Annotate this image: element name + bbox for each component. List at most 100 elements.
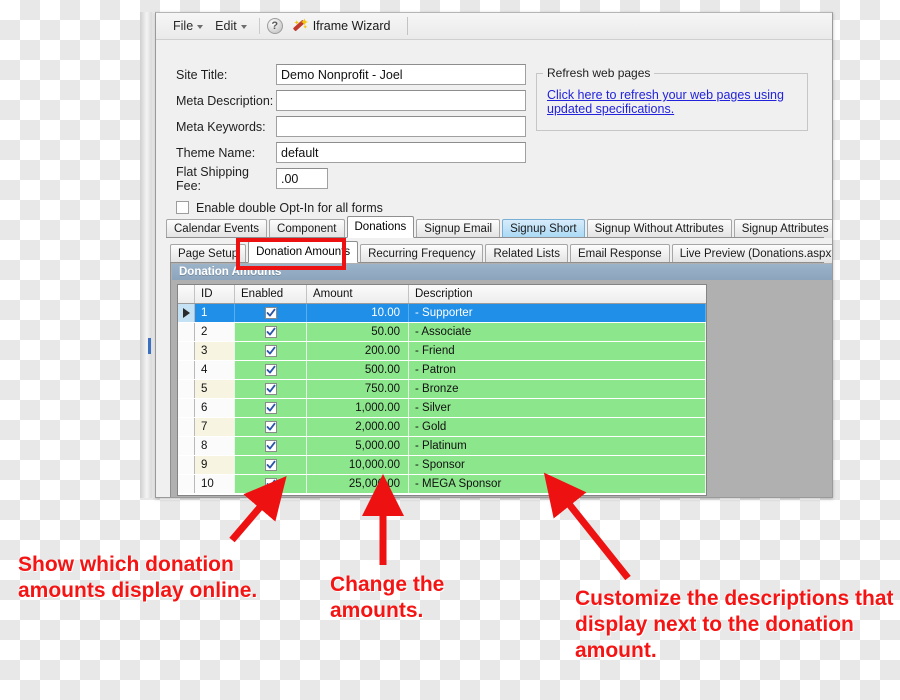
- cell-id[interactable]: 5: [195, 380, 235, 398]
- tab-donations[interactable]: Donations: [346, 216, 415, 238]
- grid-header-enabled[interactable]: Enabled: [235, 285, 307, 303]
- cell-description[interactable]: - Friend: [409, 342, 706, 360]
- meta-keywords-input[interactable]: [276, 116, 526, 137]
- cell-description[interactable]: - Gold: [409, 418, 706, 436]
- cell-id[interactable]: 6: [195, 399, 235, 417]
- cell-amount[interactable]: 50.00: [307, 323, 409, 341]
- tab-signup-attributes[interactable]: Signup Attributes: [733, 219, 832, 238]
- subtab-donation-amounts[interactable]: Donation Amounts: [248, 241, 359, 263]
- menu-file[interactable]: File: [168, 16, 208, 36]
- cell-amount[interactable]: 500.00: [307, 361, 409, 379]
- cell-enabled[interactable]: [235, 304, 307, 322]
- table-row[interactable]: 1 10.00- Supporter: [178, 304, 706, 323]
- tab-signup-without-attributes[interactable]: Signup Without Attributes: [586, 219, 732, 238]
- table-row[interactable]: 6 1,000.00- Silver: [178, 399, 706, 418]
- enabled-checkbox[interactable]: [264, 440, 277, 452]
- row-selector[interactable]: [178, 380, 195, 398]
- meta-description-input[interactable]: [276, 90, 526, 111]
- enabled-checkbox[interactable]: [264, 345, 277, 357]
- grid-header-amount[interactable]: Amount: [307, 285, 409, 303]
- theme-name-input[interactable]: default: [276, 142, 526, 163]
- table-row[interactable]: 4 500.00- Patron: [178, 361, 706, 380]
- table-row[interactable]: 8 5,000.00- Platinum: [178, 437, 706, 456]
- table-row[interactable]: 9 10,000.00- Sponsor: [178, 456, 706, 475]
- site-title-input[interactable]: Demo Nonprofit - Joel: [276, 64, 526, 85]
- cell-amount[interactable]: 2,000.00: [307, 418, 409, 436]
- cell-amount[interactable]: 200.00: [307, 342, 409, 360]
- enabled-checkbox[interactable]: [264, 307, 277, 319]
- refresh-web-pages-link[interactable]: Click here to refresh your web pages usi…: [547, 88, 797, 116]
- cell-enabled[interactable]: [235, 399, 307, 417]
- row-selector[interactable]: [178, 418, 195, 436]
- tab-calendar-events[interactable]: Calendar Events: [166, 219, 268, 238]
- cell-description[interactable]: - Patron: [409, 361, 706, 379]
- grid-header-id[interactable]: ID: [195, 285, 235, 303]
- cell-enabled[interactable]: [235, 418, 307, 436]
- enabled-checkbox[interactable]: [264, 478, 277, 490]
- enabled-checkbox[interactable]: [264, 421, 277, 433]
- cell-enabled[interactable]: [235, 475, 307, 493]
- cell-amount[interactable]: 25,000.00: [307, 475, 409, 493]
- cell-description[interactable]: - Supporter: [409, 304, 706, 322]
- subtab-related-lists[interactable]: Related Lists: [485, 244, 568, 263]
- cell-id[interactable]: 2: [195, 323, 235, 341]
- cell-enabled[interactable]: [235, 456, 307, 474]
- row-selector[interactable]: [178, 361, 195, 379]
- cell-amount[interactable]: 10,000.00: [307, 456, 409, 474]
- row-selector[interactable]: [178, 475, 195, 493]
- double-optin-checkbox[interactable]: [176, 201, 189, 214]
- enabled-checkbox[interactable]: [264, 364, 277, 376]
- table-row[interactable]: 5 750.00- Bronze: [178, 380, 706, 399]
- table-row[interactable]: 10 25,000.00- MEGA Sponsor: [178, 475, 706, 494]
- tab-signup-short[interactable]: Signup Short: [502, 219, 585, 238]
- row-selector[interactable]: [178, 342, 195, 360]
- cell-amount[interactable]: 5,000.00: [307, 437, 409, 455]
- cell-id[interactable]: 4: [195, 361, 235, 379]
- grid-header-description[interactable]: Description: [409, 285, 706, 303]
- cell-amount[interactable]: 1,000.00: [307, 399, 409, 417]
- help-circle-icon[interactable]: ?: [266, 18, 283, 34]
- table-row[interactable]: 3 200.00- Friend: [178, 342, 706, 361]
- menu-edit[interactable]: Edit: [210, 16, 252, 36]
- cell-id[interactable]: 7: [195, 418, 235, 436]
- enabled-checkbox[interactable]: [264, 383, 277, 395]
- row-selector[interactable]: [178, 456, 195, 474]
- enabled-checkbox[interactable]: [264, 326, 277, 338]
- flat-shipping-fee-input[interactable]: .00: [276, 168, 328, 189]
- cell-amount[interactable]: 10.00: [307, 304, 409, 322]
- subtab-live-preview-donations-aspx-ver-2[interactable]: Live Preview (Donations.aspx?ver=2): [671, 244, 832, 263]
- cell-enabled[interactable]: [235, 380, 307, 398]
- cell-id[interactable]: 10: [195, 475, 235, 493]
- cell-description[interactable]: - Sponsor: [409, 456, 706, 474]
- iframe-wizard-button[interactable]: ✦ ✦ ✦ Iframe Wizard: [285, 15, 399, 38]
- cell-enabled[interactable]: [235, 437, 307, 455]
- table-row[interactable]: 2 50.00- Associate: [178, 323, 706, 342]
- subtab-recurring-frequency[interactable]: Recurring Frequency: [360, 244, 484, 263]
- enabled-checkbox[interactable]: [264, 459, 277, 471]
- cell-description[interactable]: - Associate: [409, 323, 706, 341]
- row-selector[interactable]: [178, 437, 195, 455]
- tab-signup-email[interactable]: Signup Email: [416, 219, 501, 238]
- cell-id[interactable]: 9: [195, 456, 235, 474]
- cell-id[interactable]: 8: [195, 437, 235, 455]
- tab-component[interactable]: Component: [269, 219, 345, 238]
- subtab-page-setup[interactable]: Page Setup: [170, 244, 247, 263]
- vertical-scrollbar-thumb[interactable]: [148, 338, 151, 354]
- row-selector-current[interactable]: [178, 304, 195, 322]
- cell-enabled[interactable]: [235, 323, 307, 341]
- donation-amounts-grid[interactable]: ID Enabled Amount Description 1 10.00- Su…: [177, 284, 707, 496]
- table-row[interactable]: 7 2,000.00- Gold: [178, 418, 706, 437]
- cell-id[interactable]: 1: [195, 304, 235, 322]
- cell-description[interactable]: - MEGA Sponsor: [409, 475, 706, 493]
- enabled-checkbox[interactable]: [264, 402, 277, 414]
- row-selector[interactable]: [178, 323, 195, 341]
- cell-enabled[interactable]: [235, 361, 307, 379]
- cell-description[interactable]: - Platinum: [409, 437, 706, 455]
- cell-amount[interactable]: 750.00: [307, 380, 409, 398]
- subtab-email-response[interactable]: Email Response: [569, 244, 670, 263]
- row-selector[interactable]: [178, 399, 195, 417]
- cell-description[interactable]: - Silver: [409, 399, 706, 417]
- cell-enabled[interactable]: [235, 342, 307, 360]
- cell-id[interactable]: 3: [195, 342, 235, 360]
- double-optin-row[interactable]: Enable double Opt-In for all forms: [176, 197, 383, 218]
